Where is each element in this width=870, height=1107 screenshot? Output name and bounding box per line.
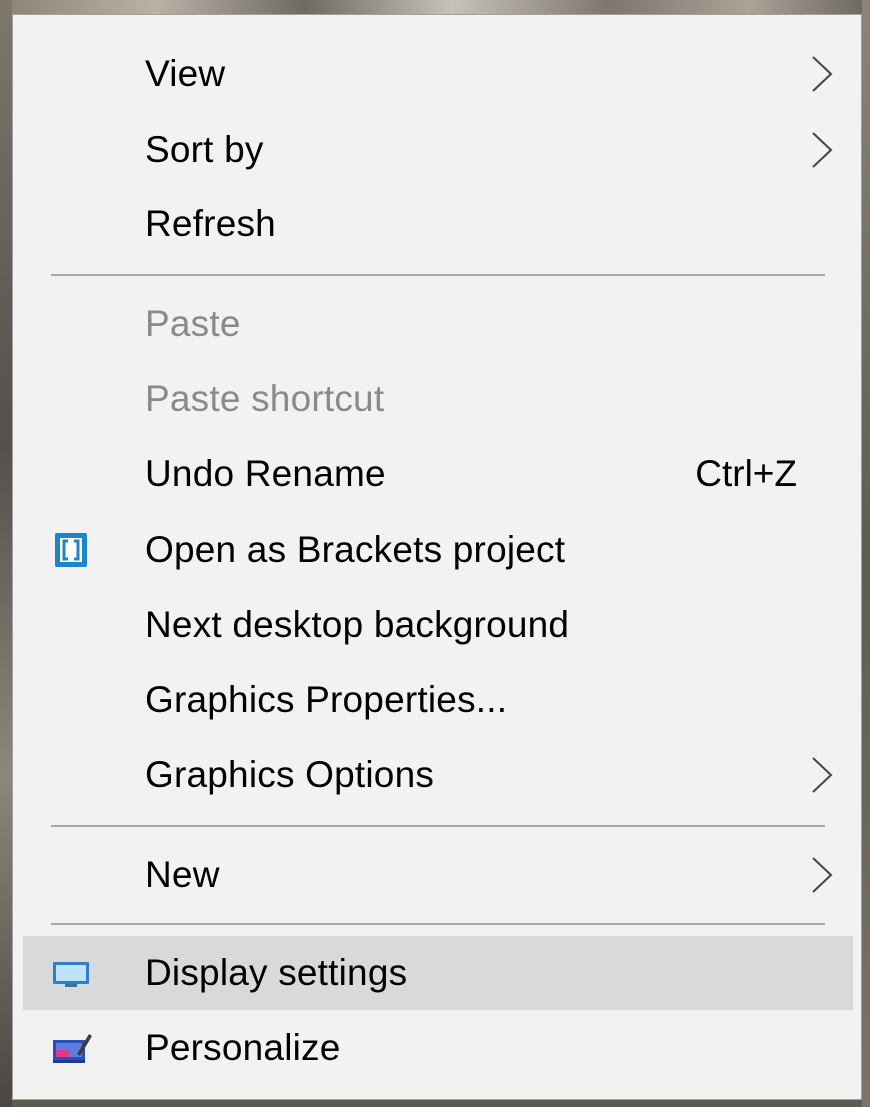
menu-item-label: Display settings xyxy=(145,952,408,993)
menu-item-view[interactable]: View xyxy=(23,37,853,111)
menu-item-label: Next desktop background xyxy=(145,604,570,645)
menu-separator xyxy=(51,923,825,925)
menu-item-label: Refresh xyxy=(145,203,276,244)
menu-item-graphics-options[interactable]: Graphics Options xyxy=(23,738,853,812)
menu-item-next-desktop-background[interactable]: Next desktop background xyxy=(23,588,853,662)
chevron-right-icon xyxy=(812,857,833,893)
menu-item-open-as-brackets-project[interactable]: Open as Brackets project xyxy=(23,513,853,587)
menu-item-label: Graphics Options xyxy=(145,754,435,795)
menu-item-personalize[interactable]: Personalize xyxy=(23,1011,853,1085)
menu-item-label: New xyxy=(145,854,220,895)
menu-item-label: View xyxy=(145,53,226,94)
desktop-wallpaper-left xyxy=(0,0,12,1107)
menu-item-new[interactable]: New xyxy=(23,838,853,912)
display-icon xyxy=(53,962,89,987)
menu-item-refresh[interactable]: Refresh xyxy=(23,187,853,261)
brackets-icon xyxy=(55,533,87,567)
menu-item-sort-by[interactable]: Sort by xyxy=(23,113,853,187)
menu-item-display-settings[interactable]: Display settings xyxy=(23,936,853,1010)
menu-item-paste-shortcut[interactable]: Paste shortcut xyxy=(23,362,853,436)
menu-item-label: Sort by xyxy=(145,129,264,170)
chevron-right-icon xyxy=(812,56,833,92)
menu-item-undo-rename[interactable]: Undo Rename Ctrl+Z xyxy=(23,437,853,511)
menu-item-graphics-properties[interactable]: Graphics Properties... xyxy=(23,663,853,737)
menu-item-label: Open as Brackets project xyxy=(145,529,566,570)
menu-item-label: Personalize xyxy=(145,1027,341,1068)
chevron-right-icon xyxy=(812,757,833,793)
menu-item-label: Paste xyxy=(145,303,241,344)
personalize-icon xyxy=(53,1034,92,1063)
menu-separator xyxy=(51,825,825,827)
desktop-context-menu: View Sort by Refresh Paste Paste shortcu… xyxy=(12,14,862,1100)
menu-item-label: Paste shortcut xyxy=(145,378,385,419)
menu-separator xyxy=(51,274,825,276)
menu-item-shortcut: Ctrl+Z xyxy=(695,453,797,494)
menu-item-label: Undo Rename xyxy=(145,453,386,494)
menu-item-label: Graphics Properties... xyxy=(145,679,508,720)
desktop-wallpaper-right xyxy=(862,0,870,1107)
menu-item-paste[interactable]: Paste xyxy=(23,287,853,361)
chevron-right-icon xyxy=(812,132,833,168)
